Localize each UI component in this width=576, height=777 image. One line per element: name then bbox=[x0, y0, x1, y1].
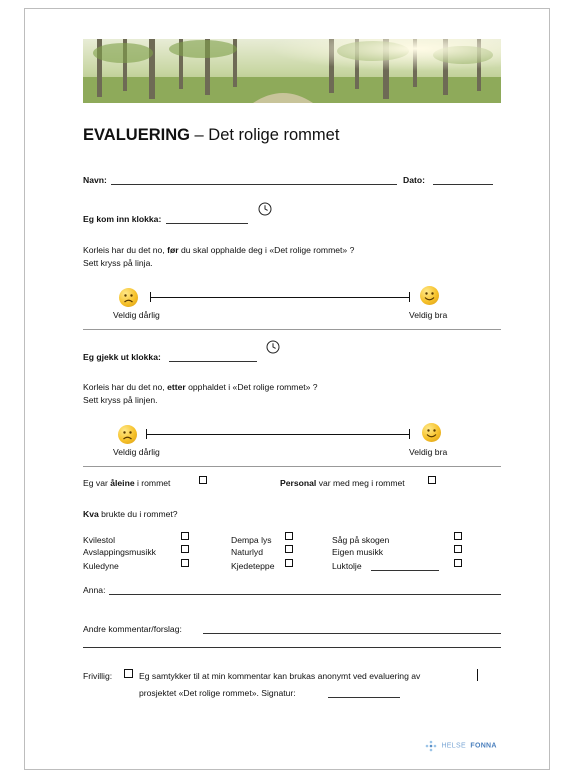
forest-banner bbox=[83, 39, 501, 103]
title-bold: EVALUERING bbox=[83, 126, 190, 144]
arrival-time-field[interactable] bbox=[166, 223, 248, 224]
voluntary-label: Frivillig: bbox=[83, 671, 113, 681]
other-field[interactable] bbox=[109, 594, 501, 595]
scale-end-tick bbox=[409, 292, 410, 302]
staff-bold: Personal bbox=[280, 478, 317, 488]
logo-word2: FONNA bbox=[470, 742, 497, 750]
logo-word1: HELSE bbox=[441, 742, 466, 750]
option-dempa-label: Dempa lys bbox=[231, 535, 272, 545]
page-title: EVALUERING – Det rolige rommet bbox=[83, 125, 339, 145]
name-field[interactable] bbox=[111, 184, 397, 185]
alone-bold: åleine bbox=[110, 478, 135, 488]
date-field[interactable] bbox=[433, 184, 493, 185]
consent-text-line2: prosjektet «Det rolige rommet». Signatur… bbox=[139, 688, 296, 698]
staff-post: var med meg i rommet bbox=[316, 478, 405, 488]
logo-mark-icon bbox=[425, 740, 437, 752]
option-luktolje-label: Luktolje bbox=[332, 561, 362, 571]
departure-label: Eg gjekk ut klokka: bbox=[83, 352, 161, 362]
before-low-label: Veldig dårlig bbox=[113, 310, 160, 320]
option-naturlyd-label: Naturlyd bbox=[231, 547, 263, 557]
happy-face-icon bbox=[420, 286, 439, 305]
after-instruction: Sett kryss på linjen. bbox=[83, 395, 158, 405]
alone-pre: Eg var bbox=[83, 478, 111, 488]
after-question: Korleis har du det no, etter opphaldet i… bbox=[83, 382, 318, 392]
option-luktolje-checkbox[interactable] bbox=[454, 559, 462, 567]
date-label: Dato: bbox=[403, 175, 425, 185]
before-question-pre: Korleis har du det no, bbox=[83, 245, 168, 255]
luktolje-field[interactable] bbox=[371, 570, 439, 571]
alone-post: i rommet bbox=[134, 478, 171, 488]
option-sag-label: Såg på skogen bbox=[332, 535, 390, 545]
consent-checkbox[interactable] bbox=[124, 669, 133, 678]
name-label: Navn: bbox=[83, 175, 107, 185]
section-divider bbox=[83, 466, 501, 467]
option-kjedeteppe-checkbox[interactable] bbox=[285, 559, 293, 567]
used-post: brukte du i rommet? bbox=[98, 509, 178, 519]
option-kvilestol-checkbox[interactable] bbox=[181, 532, 189, 540]
after-question-bold: etter bbox=[167, 382, 186, 392]
used-bold: Kva bbox=[83, 509, 99, 519]
comments-field[interactable] bbox=[203, 633, 501, 634]
departure-time-field[interactable] bbox=[169, 361, 257, 362]
option-kjedeteppe-label: Kjedeteppe bbox=[231, 561, 275, 571]
arrival-label: Eg kom inn klokka: bbox=[83, 214, 162, 224]
option-avslapping-checkbox[interactable] bbox=[181, 545, 189, 553]
option-dempa-checkbox[interactable] bbox=[285, 532, 293, 540]
option-sag-checkbox[interactable] bbox=[454, 532, 462, 540]
after-question-post: opphaldet i «Det rolige rommet» ? bbox=[185, 382, 318, 392]
signature-field[interactable] bbox=[328, 697, 400, 698]
after-high-label: Veldig bra bbox=[409, 447, 448, 457]
option-kuledyne-checkbox[interactable] bbox=[181, 559, 189, 567]
option-kuledyne-label: Kuledyne bbox=[83, 561, 119, 571]
before-high-label: Veldig bra bbox=[409, 310, 448, 320]
other-label: Anna: bbox=[83, 585, 106, 595]
comments-label: Andre kommentar/forslag: bbox=[83, 624, 182, 634]
comments-field-line2[interactable] bbox=[83, 647, 501, 648]
option-kvilestol-label: Kvilestol bbox=[83, 535, 115, 545]
option-eigen-checkbox[interactable] bbox=[454, 545, 462, 553]
after-low-label: Veldig dårlig bbox=[113, 447, 160, 457]
option-naturlyd-checkbox[interactable] bbox=[285, 545, 293, 553]
option-avslapping-label: Avslappingsmusikk bbox=[83, 547, 156, 557]
before-question-post: du skal opphalde deg i «Det rolige romme… bbox=[178, 245, 355, 255]
section-divider bbox=[83, 329, 501, 330]
helse-fonna-logo: HELSE FONNA bbox=[425, 737, 497, 755]
text-cursor bbox=[477, 669, 478, 681]
alone-checkbox[interactable] bbox=[199, 476, 207, 484]
before-question-bold: før bbox=[167, 245, 179, 255]
sad-face-icon bbox=[118, 425, 137, 444]
staff-label: Personal var med meg i rommet bbox=[280, 478, 405, 488]
scale-end-tick bbox=[409, 429, 410, 439]
before-question: Korleis har du det no, før du skal oppha… bbox=[83, 245, 354, 255]
after-question-pre: Korleis har du det no, bbox=[83, 382, 168, 392]
happy-face-icon bbox=[422, 423, 441, 442]
title-rest: – Det rolige rommet bbox=[189, 126, 340, 144]
before-instruction: Sett kryss på linja. bbox=[83, 258, 153, 268]
after-mood-scale[interactable] bbox=[146, 434, 410, 435]
clock-icon bbox=[258, 202, 272, 216]
option-eigen-label: Eigen musikk bbox=[332, 547, 384, 557]
before-mood-scale[interactable] bbox=[150, 297, 410, 298]
form-page: EVALUERING – Det rolige rommet Navn: Dat… bbox=[24, 8, 550, 770]
sad-face-icon bbox=[119, 288, 138, 307]
consent-text-line1: Eg samtykker til at min kommentar kan br… bbox=[139, 671, 421, 681]
used-question: Kva brukte du i rommet? bbox=[83, 509, 178, 519]
clock-icon bbox=[266, 340, 280, 354]
staff-checkbox[interactable] bbox=[428, 476, 436, 484]
alone-label: Eg var åleine i rommet bbox=[83, 478, 170, 488]
